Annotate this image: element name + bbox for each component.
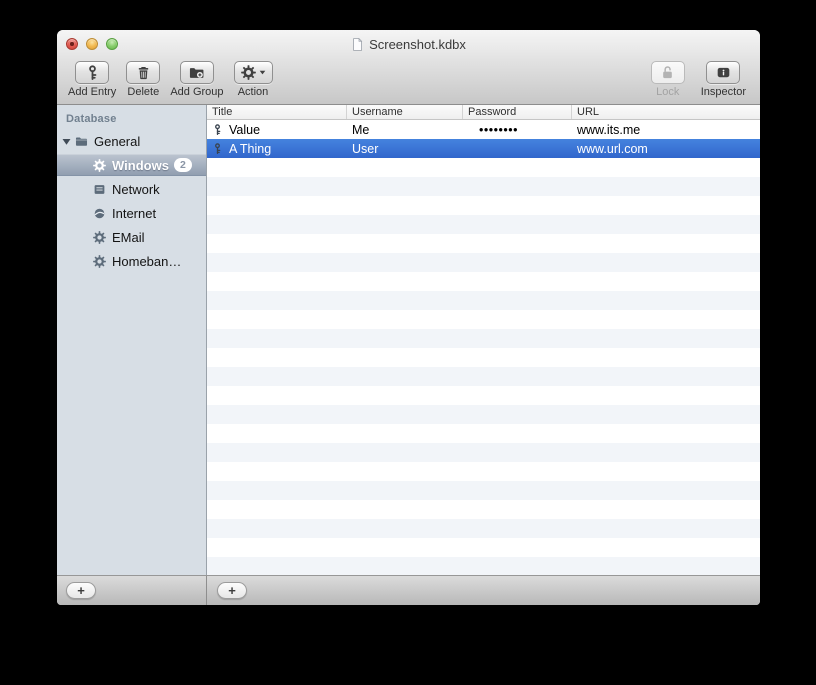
entry-url: www.url.com	[577, 141, 648, 156]
add-group-button[interactable]: Add Group	[170, 61, 224, 98]
key-icon	[212, 142, 223, 155]
bottom-bar-sidebar-section: +	[57, 576, 207, 605]
lock-open-icon	[660, 65, 675, 80]
delete-label: Delete	[127, 86, 160, 98]
add-entry-button[interactable]: Add Entry	[68, 61, 116, 98]
sidebar-item-label: Internet	[112, 205, 157, 221]
delete-button[interactable]: Delete	[126, 61, 161, 98]
network-icon	[93, 183, 106, 196]
entry-url: www.its.me	[577, 122, 641, 137]
sidebar-section-header: Database	[66, 113, 117, 125]
window-chrome: Screenshot.kdbx Add Entry Delete Add Gro…	[57, 30, 760, 105]
window-title: Screenshot.kdbx	[369, 36, 466, 52]
column-header-url[interactable]: URL	[572, 105, 760, 119]
add-entry-label: Add Entry	[68, 86, 117, 98]
sidebar-item-label: Homeban…	[112, 253, 182, 269]
add-group-label: Add Group	[170, 86, 224, 98]
entry-password-masked	[463, 139, 572, 158]
action-label: Action	[237, 86, 269, 98]
toolbar: Add Entry Delete Add Group Action Lock I…	[57, 58, 760, 105]
content-area: Database General Windows 2 Network Inter…	[57, 105, 760, 575]
sidebar-item-label: Windows	[112, 157, 169, 173]
entry-password-masked: ••••••••	[479, 122, 519, 137]
add-entry-plus-button[interactable]: +	[217, 582, 247, 599]
key-icon	[85, 65, 100, 80]
document-icon	[351, 38, 364, 51]
entry-table: Title Username Password URL Value Me •••…	[207, 105, 760, 575]
sidebar-item-email[interactable]: EMail	[57, 225, 206, 249]
inspector-button[interactable]: Inspector	[701, 61, 746, 98]
gear-icon	[93, 255, 106, 268]
minimize-button[interactable]	[86, 38, 98, 50]
bottom-bar: + +	[57, 575, 760, 605]
column-header-password[interactable]: Password	[463, 105, 572, 119]
titlebar[interactable]: Screenshot.kdbx	[57, 30, 760, 58]
entry-title: A Thing	[229, 141, 272, 156]
sidebar-item-homebanking[interactable]: Homeban…	[57, 249, 206, 273]
key-icon	[212, 123, 223, 136]
table-header: Title Username Password URL	[207, 105, 760, 120]
chevron-down-icon	[259, 69, 266, 76]
table-row[interactable]: Value Me •••••••• www.its.me	[207, 120, 760, 139]
table-body[interactable]: Value Me •••••••• www.its.me A Thing Use…	[207, 120, 760, 575]
entry-username: User	[352, 141, 379, 156]
sidebar: Database General Windows 2 Network Inter…	[57, 105, 207, 575]
sidebar-item-windows[interactable]: Windows 2	[57, 154, 206, 176]
app-window: Screenshot.kdbx Add Entry Delete Add Gro…	[57, 30, 760, 605]
add-group-plus-button[interactable]: +	[66, 582, 96, 599]
sidebar-item-network[interactable]: Network	[57, 177, 206, 201]
column-header-title[interactable]: Title	[207, 105, 347, 119]
entry-title: Value	[229, 122, 261, 137]
folder-icon	[75, 135, 88, 148]
sidebar-item-label: Network	[112, 181, 160, 197]
table-row-selected[interactable]: A Thing User www.url.com	[207, 139, 760, 158]
title-proxy: Screenshot.kdbx	[351, 37, 466, 52]
bottom-bar-table-section: +	[207, 576, 760, 605]
gear-icon	[93, 159, 106, 172]
inspector-label: Inspector	[700, 86, 746, 98]
folder-plus-icon	[189, 65, 204, 80]
toolbar-right-group: Lock Inspector	[650, 61, 746, 98]
action-menu-button[interactable]: Action	[233, 61, 273, 98]
lock-button[interactable]: Lock	[650, 61, 685, 98]
window-controls	[66, 30, 118, 58]
sidebar-item-internet[interactable]: Internet	[57, 201, 206, 225]
gear-icon	[93, 231, 106, 244]
entry-count-badge: 2	[173, 158, 192, 172]
sidebar-item-label: EMail	[112, 229, 145, 245]
sidebar-item-general[interactable]: General	[57, 129, 206, 153]
disclosure-triangle-icon[interactable]	[62, 137, 71, 146]
sidebar-item-label: General	[94, 133, 141, 149]
entry-username: Me	[352, 122, 370, 137]
toolbar-left-group: Add Entry Delete Add Group Action	[68, 61, 273, 98]
info-icon	[716, 65, 731, 80]
globe-icon	[93, 207, 106, 220]
trash-icon	[136, 65, 151, 80]
modified-dot-icon	[70, 42, 74, 46]
close-button[interactable]	[66, 38, 78, 50]
column-header-username[interactable]: Username	[347, 105, 463, 119]
lock-label: Lock	[656, 86, 680, 98]
zoom-button[interactable]	[106, 38, 118, 50]
gear-icon	[241, 65, 256, 80]
